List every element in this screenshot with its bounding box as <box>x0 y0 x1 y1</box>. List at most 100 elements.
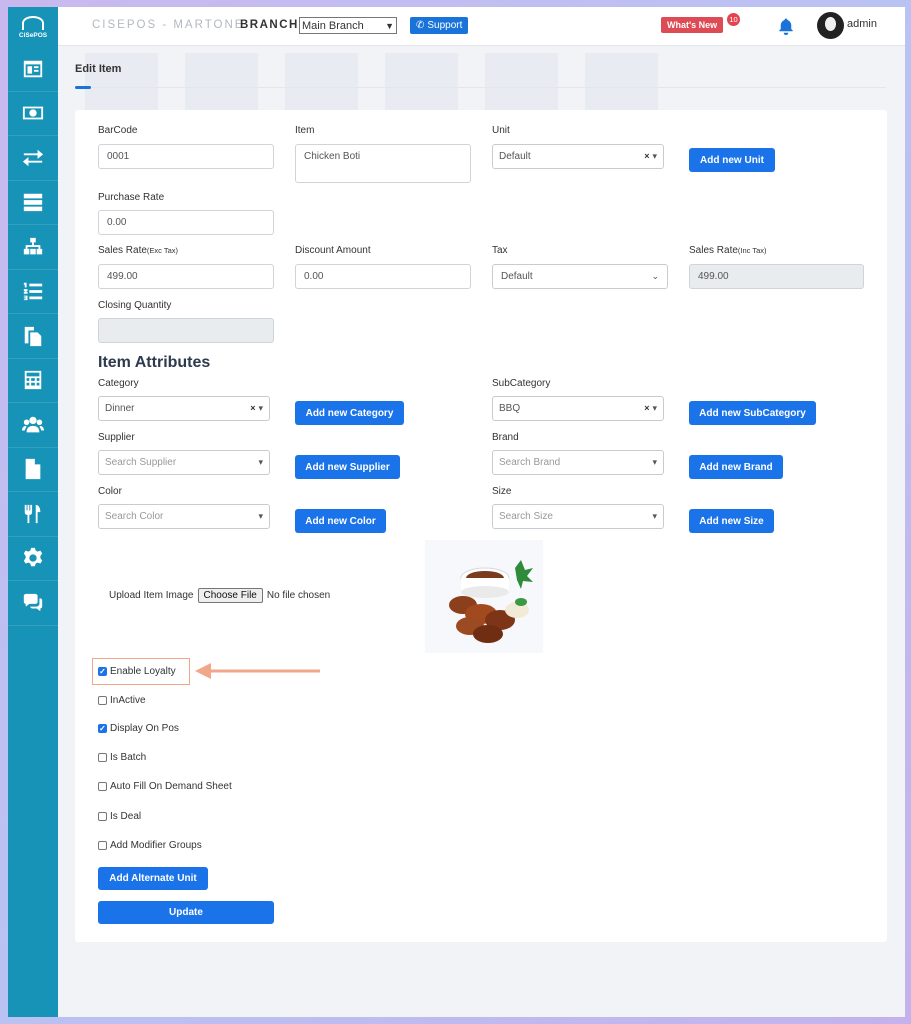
upload-image-row: Upload Item Image Choose File No file ch… <box>109 588 330 603</box>
file-icon <box>25 459 41 480</box>
upload-image-label: Upload Item Image <box>109 590 194 601</box>
checkbox-label: Is Deal <box>110 811 142 822</box>
add-new-supplier-button[interactable]: Add new Supplier <box>295 455 400 479</box>
sales-rate-inc-suffix: (Inc Tax) <box>737 246 767 255</box>
avatar[interactable] <box>817 12 844 39</box>
size-select[interactable]: Search Size ▾ <box>492 504 664 529</box>
chevron-down-icon: ▼ <box>385 20 394 31</box>
checkbox-checked[interactable] <box>98 724 107 733</box>
add-new-unit-button[interactable]: Add new Unit <box>689 148 775 172</box>
clear-icon[interactable]: × <box>250 403 255 414</box>
unit-select[interactable]: Default × ▾ <box>492 144 664 169</box>
add-new-subcategory-button[interactable]: Add new SubCategory <box>689 401 816 425</box>
choose-file-button[interactable]: Choose File <box>197 588 263 603</box>
auto-fill-demand-sheet-checkbox[interactable]: Auto Fill On Demand Sheet <box>98 781 232 792</box>
checkbox-unchecked[interactable] <box>98 812 107 821</box>
phone-icon: ✆ <box>416 20 425 31</box>
supplier-select[interactable]: Search Supplier ▾ <box>98 450 270 475</box>
item-label: Item <box>295 125 315 136</box>
add-new-color-button[interactable]: Add new Color <box>295 509 386 533</box>
checkbox-unchecked[interactable] <box>98 753 107 762</box>
brand-select[interactable]: Search Brand ▾ <box>492 450 664 475</box>
sidebar-item-sitemap[interactable] <box>8 225 58 270</box>
closing-quantity-input <box>98 318 274 343</box>
logo[interactable]: CiSePOS <box>8 7 58 47</box>
bell-icon[interactable] <box>777 16 795 36</box>
sidebar-item-server[interactable] <box>8 181 58 225</box>
sales-rate-input[interactable]: 499.00 <box>98 264 274 289</box>
add-new-size-button[interactable]: Add new Size <box>689 509 774 533</box>
chevron-down-icon: ⌄ <box>651 271 659 281</box>
is-batch-checkbox[interactable]: Is Batch <box>98 752 146 763</box>
copy-icon <box>24 326 42 346</box>
clear-icon[interactable]: × <box>644 151 649 162</box>
background-placeholder <box>485 53 558 111</box>
checkbox-unchecked[interactable] <box>98 696 107 705</box>
sidebar-item-menu[interactable] <box>8 492 58 537</box>
branch-select[interactable]: Main Branch ▼ <box>299 17 397 34</box>
calculator-icon <box>24 371 42 390</box>
display-on-pos-checkbox[interactable]: Display On Pos <box>98 723 179 734</box>
sidebar-item-settings[interactable] <box>8 537 58 581</box>
caret-down-icon: ▾ <box>652 151 657 161</box>
checkbox-label: Enable Loyalty <box>110 666 176 677</box>
add-new-category-button[interactable]: Add new Category <box>295 401 404 425</box>
discount-input[interactable]: 0.00 <box>295 264 471 289</box>
is-deal-checkbox[interactable]: Is Deal <box>98 811 141 822</box>
barcode-label: BarCode <box>98 125 138 136</box>
category-select[interactable]: Dinner × ▾ <box>98 396 270 421</box>
unit-label: Unit <box>492 125 510 136</box>
caret-down-icon: ▾ <box>258 403 263 413</box>
subcategory-select[interactable]: BBQ × ▾ <box>492 396 664 421</box>
barcode-input[interactable]: 0001 <box>98 144 274 169</box>
unit-select-value: Default <box>499 151 531 162</box>
user-name[interactable]: admin <box>847 18 877 30</box>
sidebar-item-copy[interactable] <box>8 314 58 359</box>
sidebar-item-list[interactable] <box>8 270 58 314</box>
color-select[interactable]: Search Color ▾ <box>98 504 270 529</box>
support-button[interactable]: ✆ Support <box>410 17 469 34</box>
tax-select-value: Default <box>501 271 533 282</box>
enable-loyalty-checkbox[interactable]: Enable Loyalty <box>98 666 176 677</box>
sidebar-item-chat[interactable] <box>8 581 58 626</box>
item-attributes-heading: Item Attributes <box>98 354 211 371</box>
tax-select[interactable]: Default ⌄ <box>492 264 668 289</box>
sales-rate-label-text: Sales Rate <box>98 245 147 256</box>
title-underline <box>75 86 91 89</box>
app-frame: CiSePOS CISEPOS - MARTONE BRANCH Main Br… <box>8 7 905 1017</box>
supplier-select-placeholder: Search Supplier <box>105 457 177 468</box>
sidebar-item-money[interactable] <box>8 92 58 136</box>
checkbox-checked[interactable] <box>98 667 107 676</box>
add-alternate-unit-button[interactable]: Add Alternate Unit <box>98 867 208 890</box>
whats-new-button[interactable]: What's New <box>661 17 724 33</box>
purchase-rate-label: Purchase Rate <box>98 192 165 203</box>
inactive-checkbox[interactable]: InActive <box>98 695 146 706</box>
sidebar-item-dashboard[interactable] <box>8 47 58 92</box>
checkbox-label: Display On Pos <box>110 723 179 734</box>
item-image-preview <box>425 540 543 653</box>
notification-count-badge: 10 <box>726 12 741 27</box>
company-name: CISEPOS - MARTONE <box>92 19 245 31</box>
title-divider <box>91 87 886 88</box>
update-button[interactable]: Update <box>98 901 274 924</box>
background-placeholder <box>385 53 458 111</box>
add-new-brand-button[interactable]: Add new Brand <box>689 455 783 479</box>
clear-icon[interactable]: × <box>644 403 649 414</box>
checkbox-unchecked[interactable] <box>98 841 107 850</box>
transfer-icon <box>22 149 44 166</box>
size-label: Size <box>492 486 512 497</box>
sidebar-item-calculator[interactable] <box>8 359 58 403</box>
background-placeholder <box>285 53 358 111</box>
add-modifier-groups-checkbox[interactable]: Add Modifier Groups <box>98 840 202 851</box>
sidebar-item-file[interactable] <box>8 448 58 492</box>
logo-mark <box>22 15 44 30</box>
checkbox-label: Add Modifier Groups <box>110 840 202 851</box>
purchase-rate-input[interactable]: 0.00 <box>98 210 274 235</box>
supplier-label: Supplier <box>98 432 135 443</box>
sidebar-item-transfer[interactable] <box>8 136 58 181</box>
background-placeholder <box>185 53 258 111</box>
sidebar-item-users[interactable] <box>8 403 58 448</box>
checkbox-unchecked[interactable] <box>98 782 107 791</box>
sales-rate-inc-label-text: Sales Rate <box>689 245 738 256</box>
item-name-textarea[interactable]: Chicken Boti <box>295 144 471 183</box>
